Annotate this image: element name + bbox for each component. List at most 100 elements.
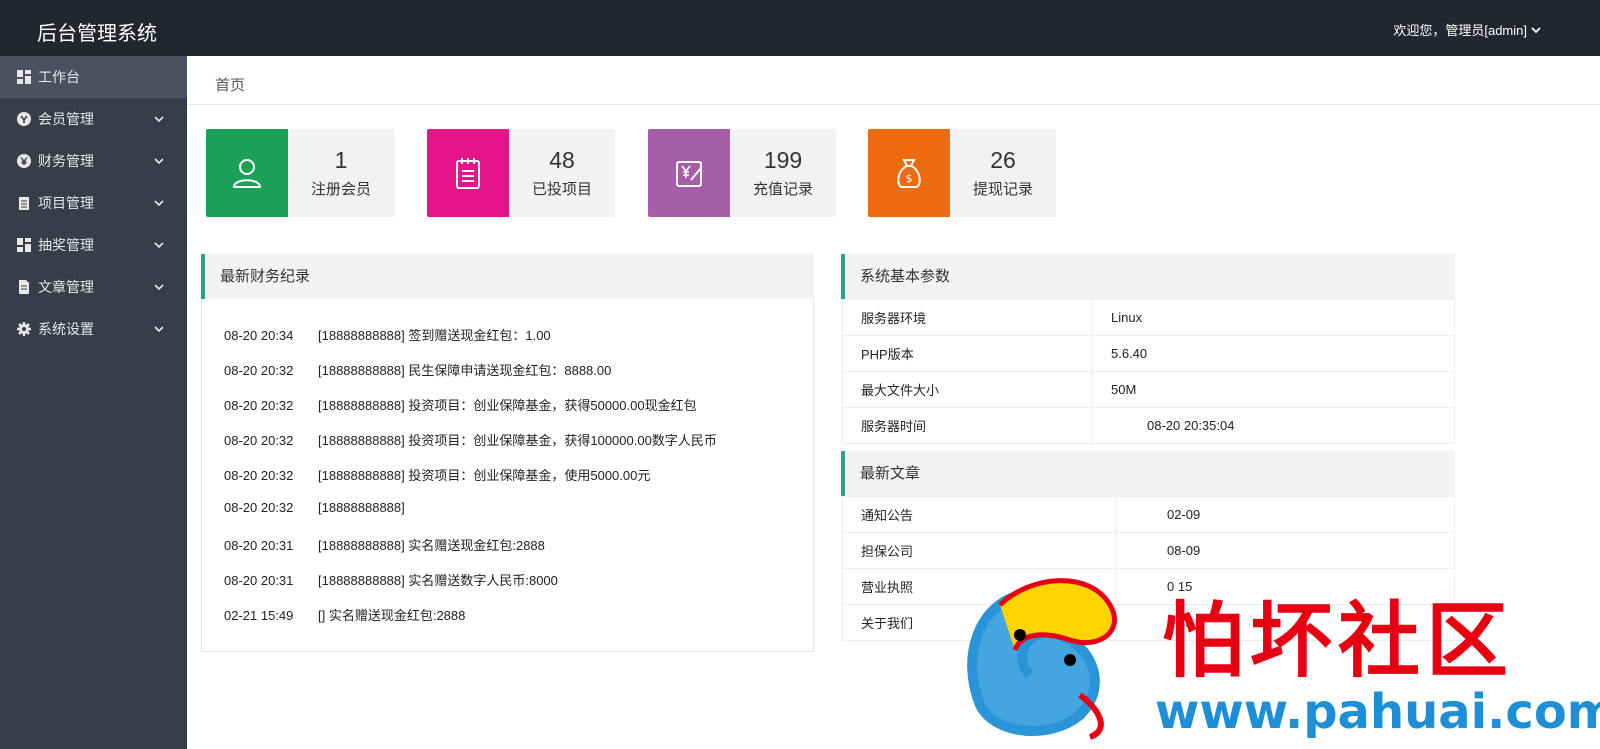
sidebar: 工作台 会员管理 财务管理 项目管理 抽奖管理 文章管理 系统设置 bbox=[0, 56, 187, 749]
list-item: 08-20 20:34 [18888888888] 签到赠送现金红包：1.00 bbox=[224, 325, 551, 344]
sidebar-item-articles[interactable]: 文章管理 bbox=[0, 266, 187, 308]
articles-panel-title: 最新文章 bbox=[841, 451, 1455, 496]
sidebar-item-label: 工作台 bbox=[38, 69, 80, 85]
svg-text:$: $ bbox=[906, 172, 913, 185]
clipboard-icon bbox=[17, 196, 31, 210]
table-row: 服务器环境 Linux bbox=[842, 299, 1455, 336]
record-text: [18888888888] 签到赠送现金红包：1.00 bbox=[318, 328, 551, 343]
money-bag-icon: $ bbox=[868, 129, 950, 217]
list-item: 08-20 20:32 [18888888888] 投资项目：创业保障基金，使用5… bbox=[224, 465, 650, 484]
stat-value: 1 bbox=[334, 147, 348, 173]
sidebar-item-label: 文章管理 bbox=[38, 279, 94, 295]
stat-label: 已投项目 bbox=[531, 181, 592, 198]
list-item: 08-20 20:32 [18888888888] 投资项目：创业保障基金，获得5… bbox=[224, 395, 697, 414]
chevron-down-icon bbox=[154, 158, 164, 165]
article-date: 08-09 bbox=[1116, 532, 1455, 569]
record-time: 08-20 20:32 bbox=[224, 468, 294, 483]
article-title[interactable]: 担保公司 bbox=[842, 532, 1117, 569]
chevron-down-icon bbox=[154, 326, 164, 333]
record-text: [18888888888] 投资项目：创业保障基金，获得50000.00现金红包 bbox=[318, 398, 697, 413]
finance-records: 08-20 20:34 [18888888888] 签到赠送现金红包：1.00 0… bbox=[201, 299, 814, 652]
chevron-down-icon bbox=[154, 284, 164, 291]
record-time: 08-20 20:31 bbox=[224, 538, 294, 553]
record-time: 08-20 20:34 bbox=[224, 328, 294, 343]
stat-value: 199 bbox=[763, 147, 803, 173]
stat-label: 充值记录 bbox=[752, 181, 813, 198]
stat-value: 48 bbox=[549, 147, 575, 173]
app-title: 后台管理系统 bbox=[37, 23, 157, 45]
article-title[interactable]: 通知公告 bbox=[842, 496, 1117, 533]
param-key: 最大文件大小 bbox=[842, 371, 1093, 408]
record-text: [] 实名赠送现金红包:2888 bbox=[318, 608, 466, 623]
sidebar-item-projects[interactable]: 项目管理 bbox=[0, 182, 187, 224]
sidebar-item-label: 财务管理 bbox=[38, 153, 94, 169]
list-item: 08-20 20:31 [18888888888] 实名赠送数字人民币:8000 bbox=[224, 570, 558, 589]
chevron-down-icon bbox=[154, 116, 164, 123]
breadcrumb: 首页 bbox=[187, 56, 1600, 105]
grid-icon bbox=[17, 238, 31, 252]
stat-card-members[interactable]: 1 注册会员 bbox=[206, 129, 394, 217]
param-value: 08-20 20:35:04 bbox=[1092, 407, 1455, 444]
record-text: [18888888888] 投资项目：创业保障基金，使用5000.00元 bbox=[318, 468, 651, 483]
param-key: 服务器时间 bbox=[842, 407, 1093, 444]
record-time: 08-20 20:31 bbox=[224, 573, 294, 588]
sidebar-item-label: 系统设置 bbox=[38, 321, 94, 337]
chevron-down-icon bbox=[154, 200, 164, 207]
chevron-down-icon bbox=[154, 242, 164, 249]
yen-icon bbox=[17, 154, 31, 168]
watermark-url: www.pahuai.com bbox=[1155, 684, 1600, 740]
system-params-table: 服务器环境 Linux PHP版本 5.6.40 最大文件大小 50M 服务器时间 08… bbox=[842, 299, 1455, 444]
list-item: 02-21 15:49 [] 实名赠送现金红包:2888 bbox=[224, 605, 465, 624]
gear-icon bbox=[17, 322, 31, 336]
user-label: 欢迎您，管理员[admin] bbox=[1393, 23, 1527, 38]
recharge-icon bbox=[648, 129, 730, 217]
param-value: 5.6.40 bbox=[1092, 335, 1455, 372]
stat-label: 注册会员 bbox=[310, 181, 371, 198]
top-header: 后台管理系统 欢迎您，管理员[admin] bbox=[0, 0, 1600, 56]
table-row: PHP版本 5.6.40 bbox=[842, 335, 1455, 372]
table-row[interactable]: 担保公司 08-09 bbox=[842, 532, 1455, 569]
param-value: 50M bbox=[1092, 371, 1455, 408]
record-text: [18888888888] 民生保障申请送现金红包：8888.00 bbox=[318, 363, 612, 378]
stat-label: 提现记录 bbox=[972, 181, 1033, 198]
stat-card-withdraw[interactable]: $ 26 提现记录 bbox=[868, 129, 1056, 217]
watermark-text: 怕坏社区 bbox=[1162, 594, 1515, 689]
sidebar-item-settings[interactable]: 系统设置 bbox=[0, 308, 187, 350]
sidebar-item-dashboard[interactable]: 工作台 bbox=[0, 56, 187, 98]
finance-panel-title: 最新财务纪录 bbox=[201, 254, 814, 299]
stat-card-recharge[interactable]: 199 充值记录 bbox=[648, 129, 836, 217]
member-icon bbox=[17, 112, 31, 126]
record-time: 08-20 20:32 bbox=[224, 398, 294, 413]
notepad-icon bbox=[427, 129, 509, 217]
param-key: PHP版本 bbox=[842, 335, 1093, 372]
list-item: 08-20 20:32 [18888888888] bbox=[224, 500, 405, 515]
dashboard-icon bbox=[17, 70, 31, 84]
table-row: 最大文件大小 50M bbox=[842, 371, 1455, 408]
param-value: Linux bbox=[1092, 299, 1455, 336]
record-time: 08-20 20:32 bbox=[224, 363, 294, 378]
sidebar-item-members[interactable]: 会员管理 bbox=[0, 98, 187, 140]
list-item: 08-20 20:31 [18888888888] 实名赠送现金红包:2888 bbox=[224, 535, 545, 554]
sidebar-item-finance[interactable]: 财务管理 bbox=[0, 140, 187, 182]
system-panel-title: 系统基本参数 bbox=[841, 254, 1455, 299]
record-text: [18888888888] 实名赠送数字人民币:8000 bbox=[318, 573, 558, 588]
sidebar-item-lottery[interactable]: 抽奖管理 bbox=[0, 224, 187, 266]
article-date: 02-09 bbox=[1116, 496, 1455, 533]
user-menu[interactable]: 欢迎您，管理员[admin] bbox=[1393, 20, 1542, 39]
sidebar-item-label: 项目管理 bbox=[38, 195, 94, 211]
record-time: 08-20 20:32 bbox=[224, 433, 294, 448]
table-row[interactable]: 通知公告 02-09 bbox=[842, 496, 1455, 533]
sidebar-item-label: 会员管理 bbox=[38, 111, 94, 127]
breadcrumb-home[interactable]: 首页 bbox=[215, 74, 245, 95]
param-key: 服务器环境 bbox=[842, 299, 1093, 336]
stat-value: 26 bbox=[990, 147, 1016, 173]
record-text: [18888888888] 投资项目：创业保障基金，获得100000.00数字人… bbox=[318, 433, 717, 448]
user-icon bbox=[206, 129, 288, 217]
stat-card-projects[interactable]: 48 已投项目 bbox=[427, 129, 615, 217]
sidebar-item-label: 抽奖管理 bbox=[38, 237, 94, 253]
record-text: [18888888888] 实名赠送现金红包:2888 bbox=[318, 538, 545, 553]
list-item: 08-20 20:32 [18888888888] 民生保障申请送现金红包：888… bbox=[224, 360, 611, 379]
table-row: 服务器时间 08-20 20:35:04 bbox=[842, 407, 1455, 444]
document-icon bbox=[17, 280, 31, 294]
chevron-down-icon bbox=[1531, 26, 1541, 33]
